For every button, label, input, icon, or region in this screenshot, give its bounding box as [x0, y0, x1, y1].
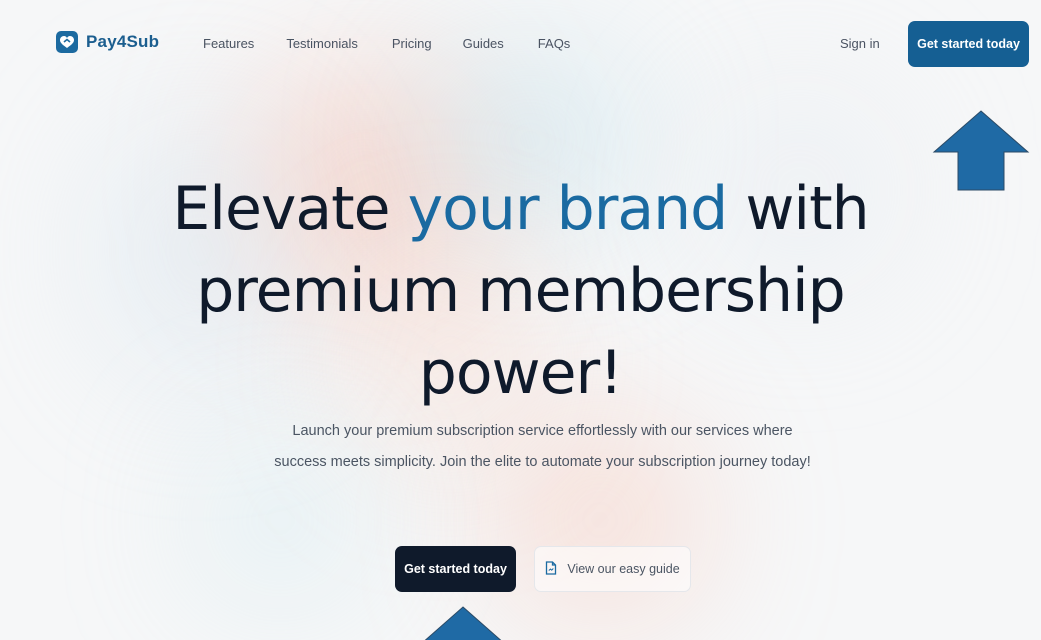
nav-links: Features Testimonials Pricing Guides FAQ… — [203, 36, 602, 51]
headline-accent: your brand — [407, 174, 729, 244]
headline-text: with — [727, 174, 869, 244]
landing-page: Pay4Sub Features Testimonials Pricing Gu… — [0, 0, 1041, 640]
hero-subtext: Launch your premium subscription service… — [274, 423, 811, 470]
get-started-hero-button[interactable]: Get started today — [395, 546, 516, 592]
nav-link-pricing[interactable]: Pricing — [392, 36, 432, 51]
headline-line: power! — [418, 338, 624, 408]
hero-section: Elevate your brand with premium membersh… — [0, 168, 1041, 414]
headline-text: Elevate — [172, 174, 408, 244]
top-navbar: Pay4Sub Features Testimonials Pricing Gu… — [0, 0, 1041, 88]
document-icon — [545, 560, 557, 578]
headline-line: premium membership — [196, 256, 846, 326]
hero-headline: Elevate your brand with premium membersh… — [0, 168, 1041, 414]
brand-name: Pay4Sub — [86, 32, 160, 51]
nav-link-guides[interactable]: Guides — [463, 36, 504, 51]
brand-logo[interactable]: Pay4Sub — [56, 31, 159, 53]
get-started-nav-button[interactable]: Get started today — [908, 21, 1029, 67]
nav-link-faqs[interactable]: FAQs — [538, 36, 571, 51]
heart-logo-icon — [56, 31, 78, 53]
sign-in-link[interactable]: Sign in — [840, 36, 880, 51]
view-guide-label: View our easy guide — [567, 562, 680, 576]
nav-link-testimonials[interactable]: Testimonials — [286, 36, 358, 51]
annotation-arrow-icon — [424, 606, 502, 640]
view-guide-button[interactable]: View our easy guide — [534, 546, 691, 592]
nav-link-features[interactable]: Features — [203, 36, 254, 51]
